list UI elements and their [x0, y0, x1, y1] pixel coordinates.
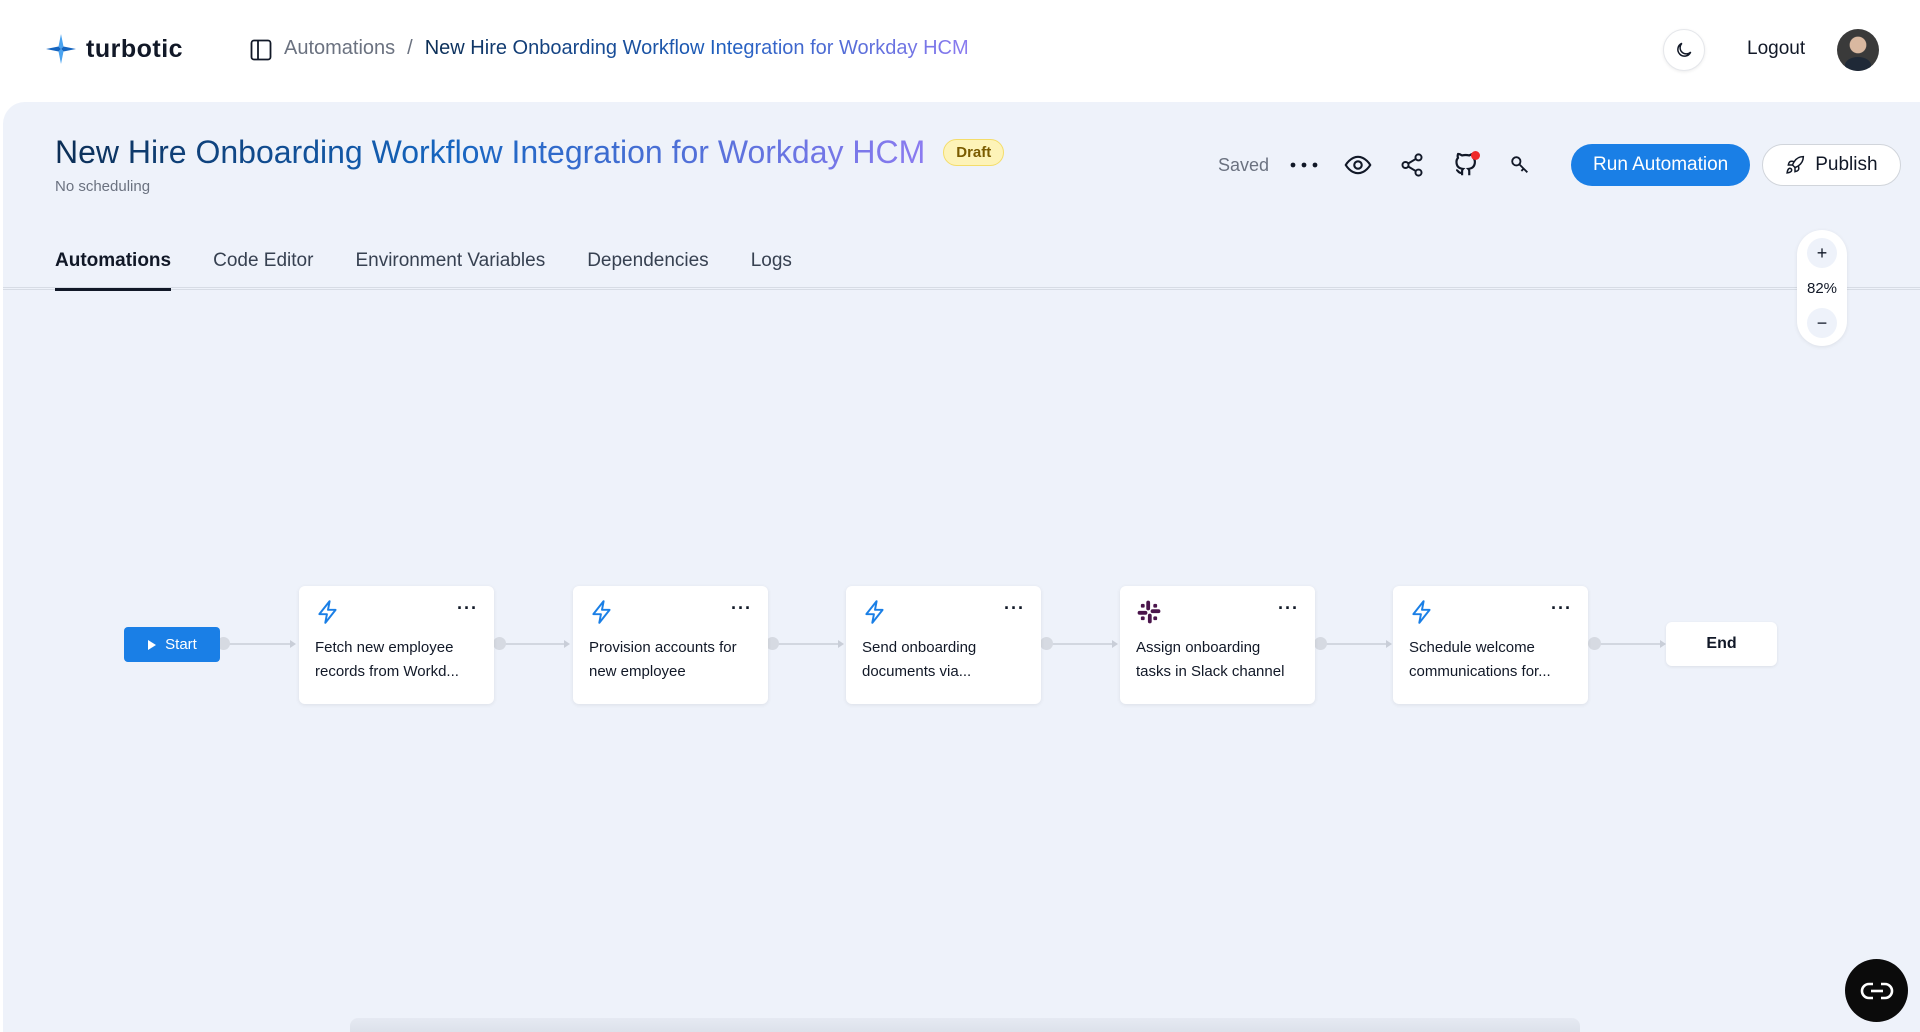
start-label: Start	[165, 636, 197, 653]
flow-step-card[interactable]: ··· Schedule welcome communications for.…	[1393, 586, 1588, 704]
flow-start-node[interactable]: Start	[124, 627, 220, 662]
connector-handle[interactable]	[1040, 637, 1053, 650]
lightning-icon	[865, 600, 884, 624]
bottom-panel-edge	[350, 1018, 1580, 1032]
step-header: ···	[1409, 598, 1572, 626]
step-menu-button[interactable]: ···	[1551, 598, 1572, 619]
flow-step-card[interactable]: ··· Fetch new employee records from Work…	[299, 586, 494, 704]
flow-end-node[interactable]: End	[1666, 622, 1777, 666]
flow-step-card[interactable]: ··· Send onboarding documents via...	[846, 586, 1041, 704]
step-menu-button[interactable]: ···	[457, 598, 478, 619]
flow-step-card[interactable]: ··· Provision accounts for new employee	[573, 586, 768, 704]
slack-icon	[1137, 600, 1161, 624]
play-icon	[148, 639, 157, 650]
step-label: Schedule welcome communications for...	[1409, 639, 1551, 680]
chat-link-icon	[1860, 982, 1893, 999]
connector-handle[interactable]	[1314, 637, 1327, 650]
step-menu-button[interactable]: ···	[1004, 598, 1025, 619]
lightning-icon	[1412, 600, 1431, 624]
lightning-icon	[592, 600, 611, 624]
connector-handle[interactable]	[493, 637, 506, 650]
step-label: Send onboarding documents via...	[862, 639, 977, 680]
chat-support-button[interactable]	[1845, 959, 1908, 1022]
flow-connectors	[224, 640, 1666, 648]
step-menu-button[interactable]: ···	[1278, 598, 1299, 619]
step-header: ···	[1136, 598, 1299, 626]
step-menu-button[interactable]: ···	[731, 598, 752, 619]
step-label: Assign onboarding tasks in Slack channel	[1136, 639, 1285, 680]
flow-step-card[interactable]: ··· Assign onboarding tasks in Slack cha…	[1120, 586, 1315, 704]
lightning-icon	[318, 600, 337, 624]
step-label: Fetch new employee records from Workd...	[315, 639, 459, 680]
step-label: Provision accounts for new employee	[589, 639, 737, 680]
connector-handle[interactable]	[1588, 637, 1601, 650]
step-header: ···	[589, 598, 752, 626]
step-header: ···	[862, 598, 1025, 626]
step-header: ···	[315, 598, 478, 626]
